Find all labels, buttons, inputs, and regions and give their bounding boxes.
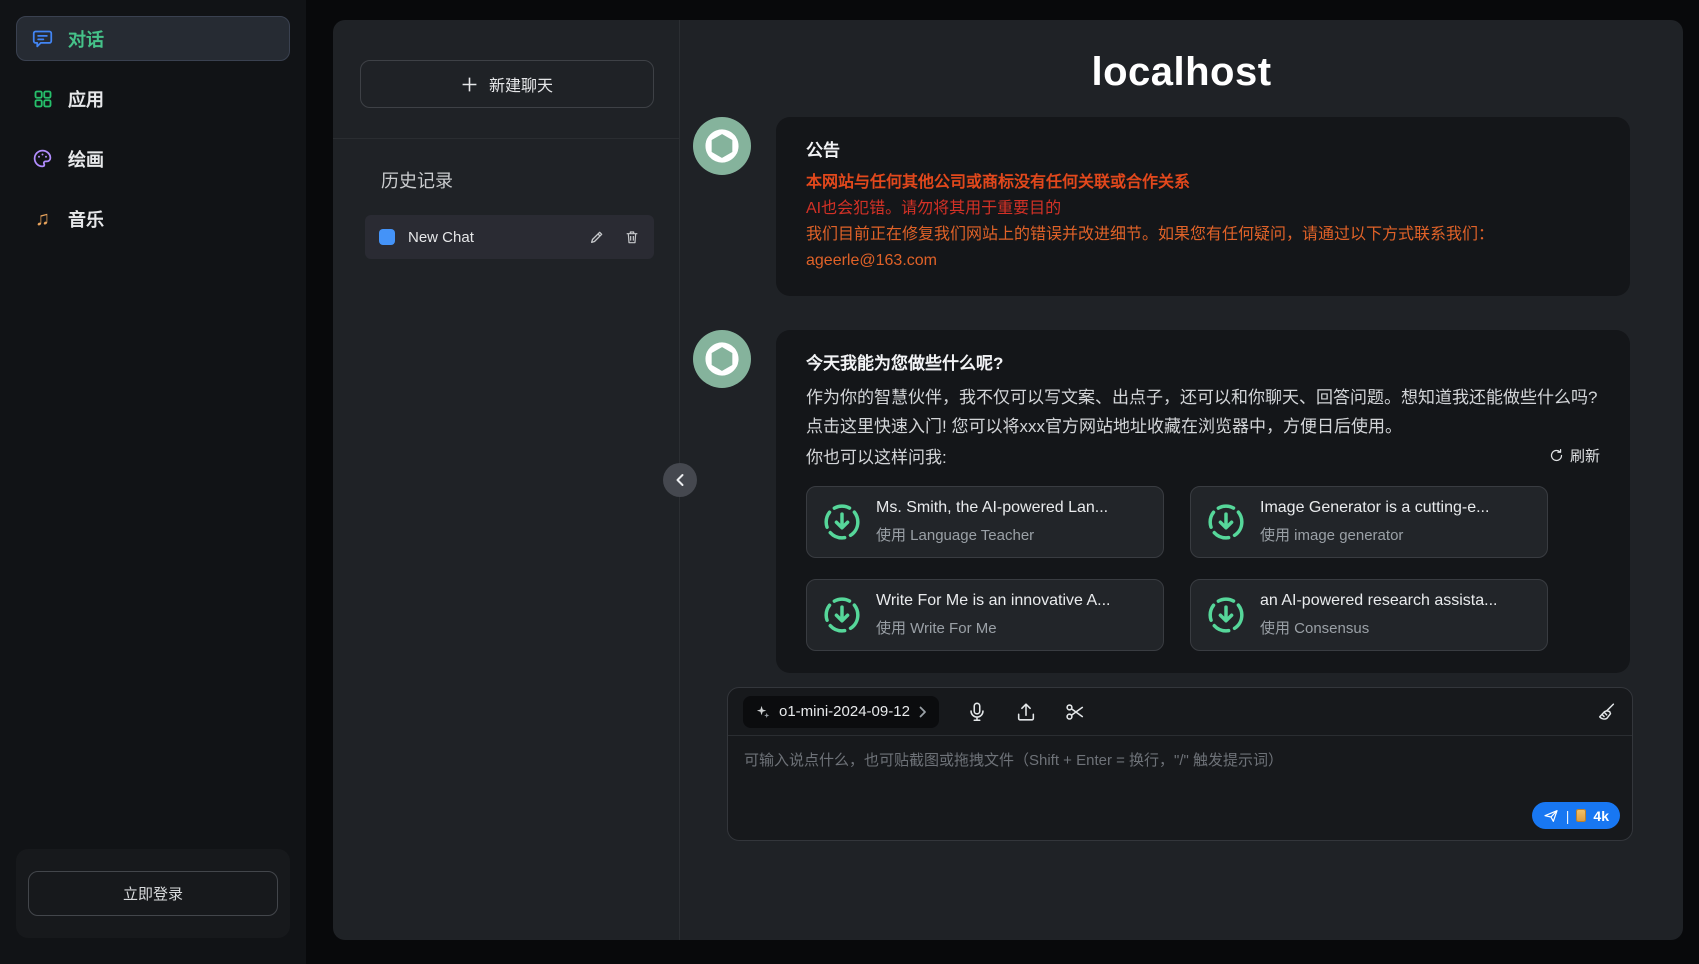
chevron-right-icon	[919, 706, 927, 718]
edit-icon[interactable]	[589, 229, 605, 245]
new-chat-button-label: 新建聊天	[489, 72, 553, 96]
sidebar-item-apps[interactable]: 应用	[16, 76, 290, 121]
microphone-icon[interactable]	[966, 701, 988, 723]
upload-icon[interactable]	[1015, 701, 1037, 723]
suggestion-card[interactable]: an AI-powered research assista... 使用 Con…	[1190, 579, 1548, 651]
scissors-icon[interactable]	[1064, 701, 1086, 723]
announcement-line: 我们目前正在修复我们网站上的错误并改进细节。如果您有任何疑问，请通过以下方式联系…	[806, 222, 1600, 248]
sidebar-item-label: 应用	[68, 86, 104, 112]
composer: o1-mini-2024-09-12	[727, 687, 1633, 841]
card-texts: an AI-powered research assista... 使用 Con…	[1260, 592, 1497, 638]
sidebar-nav: 对话 应用 绘画 ♫ 音乐	[0, 0, 306, 272]
card-subtitle: 使用 Language Teacher	[876, 524, 1108, 545]
card-subtitle: 使用 Write For Me	[876, 617, 1110, 638]
suggestion-card[interactable]: Image Generator is a cutting-e... 使用 ima…	[1190, 486, 1548, 558]
sidebar-item-label: 音乐	[68, 206, 104, 232]
sidebar-item-chat[interactable]: 对话	[16, 16, 290, 61]
welcome-bubble: 今天我能为您做些什么呢? 作为你的智慧伙伴，我不仅可以写文案、出点子，还可以和你…	[776, 330, 1630, 673]
refresh-button[interactable]: 刷新	[1549, 445, 1600, 466]
announcement-line: 本网站与任何其他公司或商标没有任何关联或合作关系	[806, 170, 1600, 196]
sparkle-icon	[755, 704, 770, 719]
page-title: localhost	[680, 50, 1683, 95]
workspace: 新建聊天 历史记录 New Chat localhost	[333, 20, 1683, 940]
login-button[interactable]: 立即登录	[28, 871, 278, 916]
welcome-heading: 今天我能为您做些什么呢?	[806, 349, 1600, 374]
refresh-icon	[1549, 448, 1564, 463]
message-announcement: 公告 本网站与任何其他公司或商标没有任何关联或合作关系 AI也会犯错。请勿将其用…	[693, 117, 1630, 296]
clear-broom-icon[interactable]	[1595, 701, 1617, 723]
suggestion-card[interactable]: Ms. Smith, the AI-powered Lan... 使用 Lang…	[806, 486, 1164, 558]
chat-item-icon	[379, 229, 395, 245]
token-coin-icon	[1576, 809, 1586, 822]
chat-bubble-icon	[32, 28, 53, 49]
hint-row: 你也可以这样问我: 刷新	[806, 443, 1600, 468]
announcement-line: AI也会犯错。请勿将其用于重要目的	[806, 196, 1600, 222]
login-card: 立即登录	[16, 849, 290, 938]
music-note-icon: ♫	[32, 208, 53, 229]
card-title: Ms. Smith, the AI-powered Lan...	[876, 499, 1108, 517]
ask-hint: 你也可以这样问我:	[806, 443, 947, 468]
chevron-left-icon	[674, 473, 686, 487]
apps-grid-icon	[32, 88, 53, 109]
refresh-label: 刷新	[1570, 445, 1600, 466]
delete-icon[interactable]	[624, 229, 640, 245]
chat-item-title: New Chat	[408, 229, 576, 246]
card-subtitle: 使用 image generator	[1260, 524, 1489, 545]
badge-divider: |	[1566, 808, 1570, 824]
suggestion-cards: Ms. Smith, the AI-powered Lan... 使用 Lang…	[806, 486, 1548, 651]
card-texts: Write For Me is an innovative A... 使用 Wr…	[876, 592, 1110, 638]
assistant-avatar	[693, 117, 751, 175]
sidebar: 对话 应用 绘画 ♫ 音乐	[0, 0, 306, 964]
divider	[333, 138, 679, 139]
model-name: o1-mini-2024-09-12	[779, 703, 910, 720]
chat-list-pane: 新建聊天 历史记录 New Chat	[333, 20, 680, 940]
plus-icon	[461, 76, 478, 93]
composer-body: | 4k	[728, 736, 1632, 840]
card-texts: Image Generator is a cutting-e... 使用 ima…	[1260, 499, 1489, 545]
card-title: Image Generator is a cutting-e...	[1260, 499, 1489, 517]
sidebar-item-label: 对话	[68, 26, 104, 52]
assistant-avatar	[693, 330, 751, 388]
welcome-body: 作为你的智慧伙伴，我不仅可以写文案、出点子，还可以和你聊天、回答问题。想知道我还…	[806, 383, 1600, 441]
chat-pane: localhost	[680, 20, 1683, 940]
arrow-down-circle-icon	[823, 503, 861, 541]
card-title: Write For Me is an innovative A...	[876, 592, 1110, 610]
token-count: 4k	[1593, 808, 1609, 824]
arrow-down-circle-icon	[1207, 503, 1245, 541]
send-button[interactable]: | 4k	[1532, 802, 1620, 829]
announcement-email: ageerle@163.com	[806, 248, 1600, 274]
new-chat-button[interactable]: 新建聊天	[360, 60, 654, 108]
collapse-sidebar-button[interactable]	[663, 463, 697, 497]
sidebar-item-label: 绘画	[68, 146, 104, 172]
card-subtitle: 使用 Consensus	[1260, 617, 1497, 638]
model-selector[interactable]: o1-mini-2024-09-12	[743, 696, 939, 728]
sidebar-item-paint[interactable]: 绘画	[16, 136, 290, 181]
chat-history-item[interactable]: New Chat	[365, 215, 654, 259]
openai-logo-icon	[702, 126, 742, 166]
sidebar-item-music[interactable]: ♫ 音乐	[16, 196, 290, 241]
openai-logo-icon	[702, 339, 742, 379]
card-title: an AI-powered research assista...	[1260, 592, 1497, 610]
arrow-down-circle-icon	[823, 596, 861, 634]
message-input[interactable]	[728, 736, 1632, 840]
announcement-heading: 公告	[806, 136, 1600, 161]
suggestion-card[interactable]: Write For Me is an innovative A... 使用 Wr…	[806, 579, 1164, 651]
message-welcome: 今天我能为您做些什么呢? 作为你的智慧伙伴，我不仅可以写文案、出点子，还可以和你…	[693, 330, 1630, 673]
paper-plane-icon	[1543, 808, 1559, 824]
announcement-bubble: 公告 本网站与任何其他公司或商标没有任何关联或合作关系 AI也会犯错。请勿将其用…	[776, 117, 1630, 296]
composer-toolbar: o1-mini-2024-09-12	[728, 688, 1632, 736]
arrow-down-circle-icon	[1207, 596, 1245, 634]
palette-icon	[32, 148, 53, 169]
history-label: 历史记录	[381, 167, 679, 193]
card-texts: Ms. Smith, the AI-powered Lan... 使用 Lang…	[876, 499, 1108, 545]
message-list: 公告 本网站与任何其他公司或商标没有任何关联或合作关系 AI也会犯错。请勿将其用…	[680, 95, 1683, 673]
